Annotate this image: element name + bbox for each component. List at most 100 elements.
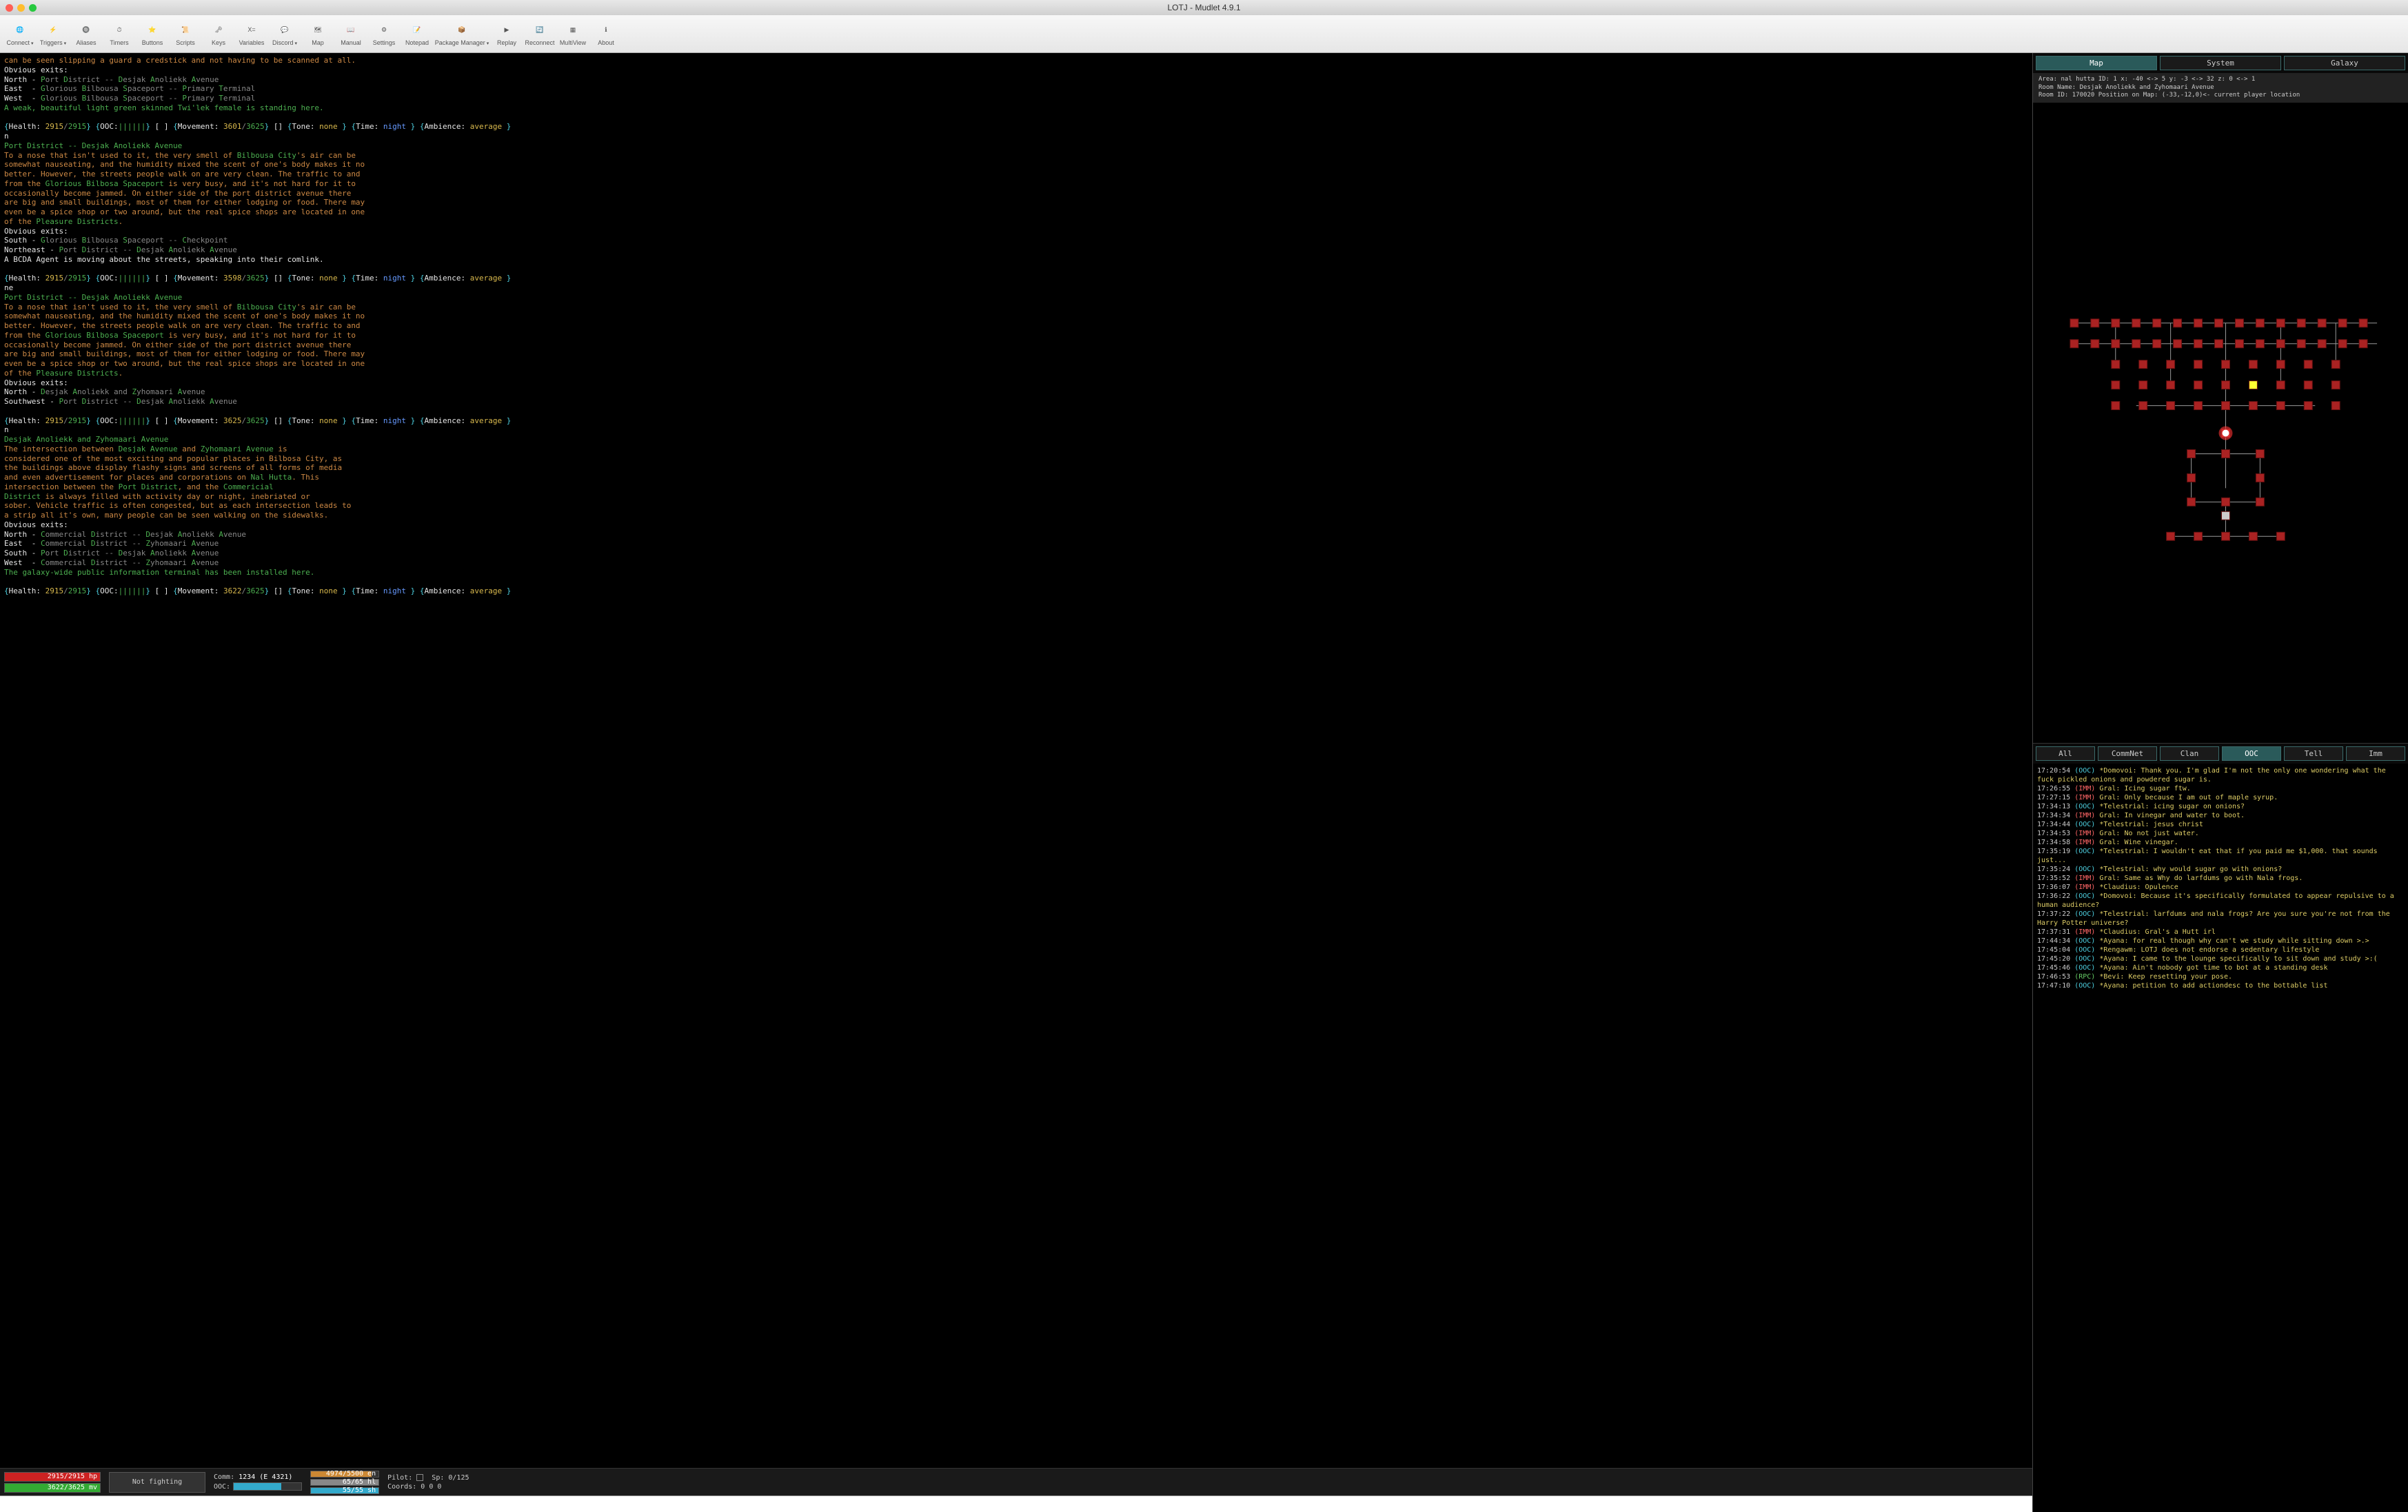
en-bar: 4974/5500 en [310, 1471, 379, 1478]
toolbar: 🌐Connect▾⚡Triggers▾🔘Aliases⏱Timers⭐Butto… [0, 15, 2408, 53]
chat-line: 17:45:04 (OOC) *Rengawm: LOTJ does not e… [2037, 946, 2404, 954]
mv-bar: 3622/3625 mv [4, 1483, 101, 1493]
toolbar-keys[interactable]: 🗝Keys [203, 17, 234, 51]
chat-line: 17:34:13 (OOC) *Telestrial: icing sugar … [2037, 802, 2404, 811]
settings-icon: ⚙ [376, 21, 392, 38]
chat-line: 17:46:53 (RPC) *Bevi: Keep resetting you… [2037, 972, 2404, 981]
chat-line: 17:26:55 (IMM) Gral: Icing sugar ftw. [2037, 784, 2404, 793]
map-icon: 🗺 [310, 21, 326, 38]
map-tab-system[interactable]: System [2160, 56, 2281, 70]
comm-label: Comm: [214, 1473, 234, 1481]
sp-value: Sp: 0/125 [432, 1474, 469, 1482]
reconnect-icon: 🔄 [532, 21, 548, 38]
titlebar: LOTJ - Mudlet 4.9.1 [0, 0, 2408, 15]
close-button[interactable] [6, 4, 13, 12]
map-info-area: Area: nal hutta ID: 1 x: -40 <-> 5 y: -3… [2038, 76, 2402, 84]
chat-line: 17:34:44 (OOC) *Telestrial: jesus christ [2037, 820, 2404, 829]
map-svg [2033, 103, 2408, 743]
chat-line: 17:36:07 (IMM) *Claudius: Opulence [2037, 883, 2404, 892]
toolbar-variables[interactable]: X=Variables [236, 17, 267, 51]
manual-icon: 📖 [343, 21, 359, 38]
chat-tab-imm[interactable]: Imm [2346, 746, 2405, 761]
chat-output: 17:20:54 (OOC) *Domovoi: Thank you. I'm … [2033, 764, 2408, 1512]
chat-line: 17:34:53 (IMM) Gral: No not just water. [2037, 829, 2404, 838]
minimize-button[interactable] [17, 4, 25, 12]
toolbar-replay[interactable]: ▶Replay [491, 17, 523, 51]
map-tab-galaxy[interactable]: Galaxy [2284, 56, 2405, 70]
hl-bar: 65/65 hl [310, 1479, 379, 1486]
pilot-label: Pilot: [387, 1474, 412, 1482]
map-tab-map[interactable]: Map [2036, 56, 2157, 70]
map-info: Area: nal hutta ID: 1 x: -40 <-> 5 y: -3… [2033, 73, 2408, 103]
variables-icon: X= [243, 21, 260, 38]
chat-line: 17:35:19 (OOC) *Telestrial: I wouldn't e… [2037, 847, 2404, 865]
chat-line: 17:37:31 (IMM) *Claudius: Gral's a Hutt … [2037, 928, 2404, 937]
map-canvas[interactable] [2033, 103, 2408, 743]
chat-tab-all[interactable]: All [2036, 746, 2095, 761]
toolbar-timers[interactable]: ⏱Timers [103, 17, 135, 51]
toolbar-aliases[interactable]: 🔘Aliases [70, 17, 102, 51]
toolbar-settings[interactable]: ⚙Settings [368, 17, 400, 51]
fight-status: Not fighting [109, 1472, 205, 1493]
map-info-room: Room Name: Desjak Anoliekk and Zyhomaari… [2038, 84, 2402, 92]
window-title: LOTJ - Mudlet 4.9.1 [0, 3, 2408, 12]
chat-line: 17:45:46 (OOC) *Ayana: Ain't nobody got … [2037, 963, 2404, 972]
scripts-icon: 📜 [177, 21, 194, 38]
toolbar-reconnect[interactable]: 🔄Reconnect [524, 17, 556, 51]
ooc-bar [233, 1482, 302, 1491]
chat-line: 17:34:34 (IMM) Gral: In vinegar and wate… [2037, 811, 2404, 820]
chat-tab-clan[interactable]: Clan [2160, 746, 2219, 761]
command-input-row [0, 1495, 2032, 1512]
coords-label: Coords: [387, 1483, 416, 1491]
toolbar-about[interactable]: ℹAbout [590, 17, 622, 51]
ooc-label: OOC: [214, 1483, 230, 1491]
toolbar-connect[interactable]: 🌐Connect▾ [4, 17, 36, 51]
replay-icon: ▶ [498, 21, 515, 38]
chat-tab-commnet[interactable]: CommNet [2098, 746, 2157, 761]
connect-icon: 🌐 [12, 21, 28, 38]
timers-icon: ⏱ [111, 21, 128, 38]
chat-tab-tell[interactable]: Tell [2284, 746, 2343, 761]
chat-line: 17:35:24 (OOC) *Telestrial: why would su… [2037, 865, 2404, 874]
multiview-icon: ▦ [565, 21, 581, 38]
toolbar-manual[interactable]: 📖Manual [335, 17, 367, 51]
toolbar-scripts[interactable]: 📜Scripts [170, 17, 201, 51]
toolbar-buttons[interactable]: ⭐Buttons [136, 17, 168, 51]
about-icon: ℹ [598, 21, 614, 38]
aliases-icon: 🔘 [78, 21, 94, 38]
chat-tab-ooc[interactable]: OOC [2222, 746, 2281, 761]
buttons-icon: ⭐ [144, 21, 161, 38]
triggers-icon: ⚡ [45, 21, 61, 38]
sh-bar: 55/55 sh [310, 1487, 379, 1494]
chat-line: 17:47:10 (OOC) *Ayana: petition to add a… [2037, 981, 2404, 990]
toolbar-multiview[interactable]: ▦MultiView [557, 17, 589, 51]
status-bar: 2915/2915 hp 3622/3625 mv Not fighting C… [0, 1468, 2032, 1495]
pilot-box [416, 1474, 423, 1481]
zoom-button[interactable] [29, 4, 37, 12]
package-manager-icon: 📦 [454, 21, 470, 38]
chat-line: 17:20:54 (OOC) *Domovoi: Thank you. I'm … [2037, 766, 2404, 784]
hp-bar: 2915/2915 hp [4, 1472, 101, 1482]
chat-line: 17:27:15 (IMM) Gral: Only because I am o… [2037, 793, 2404, 802]
toolbar-discord[interactable]: 💬Discord▾ [269, 17, 301, 51]
chat-line: 17:44:34 (OOC) *Ayana: for real though w… [2037, 937, 2404, 946]
keys-icon: 🗝 [210, 21, 227, 38]
chat-line: 17:34:58 (IMM) Gral: Wine vinegar. [2037, 838, 2404, 847]
coords-value: 0 0 0 [421, 1483, 441, 1491]
chat-line: 17:35:52 (IMM) Gral: Same as Why do larf… [2037, 874, 2404, 883]
toolbar-notepad[interactable]: 📝Notepad [401, 17, 433, 51]
command-input[interactable] [0, 1496, 2032, 1512]
notepad-icon: 📝 [409, 21, 425, 38]
toolbar-triggers[interactable]: ⚡Triggers▾ [37, 17, 69, 51]
toolbar-map[interactable]: 🗺Map [302, 17, 334, 51]
comm-value: 1234 (E 4321) [239, 1473, 292, 1481]
window-controls [6, 4, 37, 12]
mud-output: can be seen slipping a guard a credstick… [0, 53, 2032, 1468]
chat-line: 17:36:22 (OOC) *Domovoi: Because it's sp… [2037, 892, 2404, 910]
discord-icon: 💬 [276, 21, 293, 38]
map-info-roomid: Room ID: 170020 Position on Map: (-33,-1… [2038, 92, 2402, 100]
chat-tabs: AllCommNetClanOOCTellImm [2033, 744, 2408, 764]
map-tabs: MapSystemGalaxy [2033, 53, 2408, 73]
chat-line: 17:37:22 (OOC) *Telestrial: larfdums and… [2037, 910, 2404, 928]
toolbar-package-manager[interactable]: 📦Package Manager▾ [434, 17, 489, 51]
